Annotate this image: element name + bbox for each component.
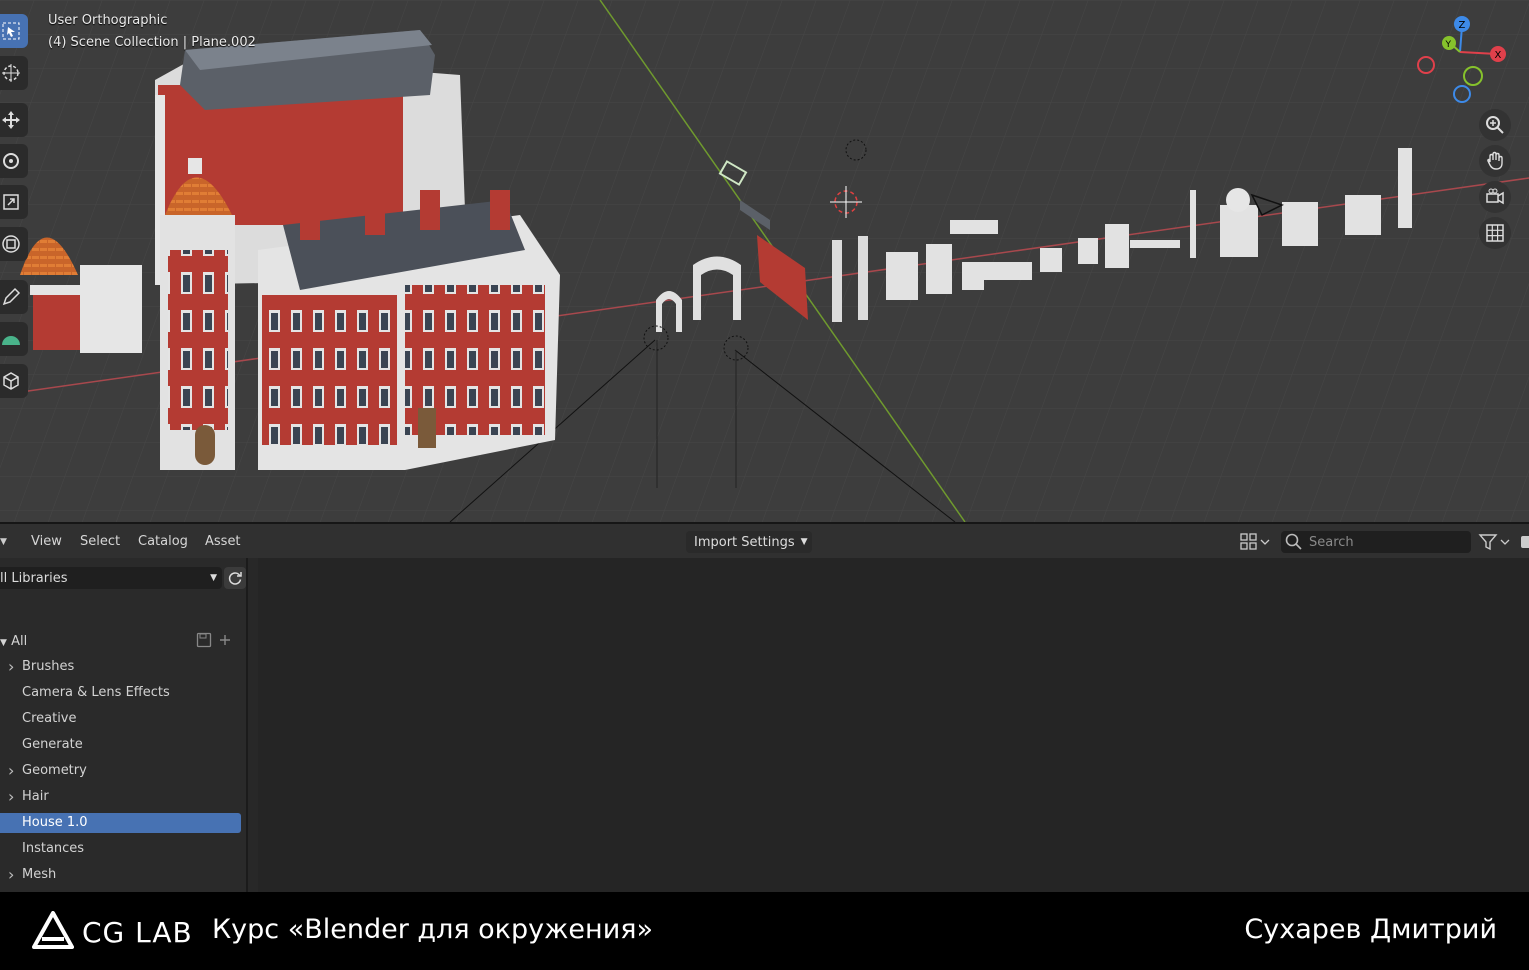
pencil-icon bbox=[2, 287, 21, 306]
catalog-item[interactable]: Creative bbox=[0, 706, 246, 732]
transform-icon bbox=[2, 235, 20, 253]
catalog-item-label: Generate bbox=[22, 737, 83, 752]
catalog-tree: › Brushes Camera & Lens Effects Creative Gen… bbox=[0, 654, 246, 914]
thumbnail-grid-icon bbox=[1240, 533, 1270, 550]
editor-type-dropdown[interactable]: ▼ bbox=[0, 531, 7, 553]
scene-render: Arch 1Arch 2BalconyBalcony 2Baluster 1Bo… bbox=[0, 0, 1529, 522]
rotate-icon bbox=[3, 153, 19, 169]
gizmo-y-label: Y bbox=[1445, 40, 1452, 50]
chevron-down-icon: ▼ bbox=[210, 573, 217, 583]
zoom-icon bbox=[1486, 116, 1504, 134]
catalog-item[interactable]: House 1.0 bbox=[0, 813, 241, 833]
filter-dropdown[interactable] bbox=[1478, 531, 1512, 553]
catalog-root-label: All bbox=[11, 634, 28, 649]
camera-icon bbox=[1486, 188, 1504, 205]
search-field[interactable] bbox=[1281, 531, 1471, 553]
view-mode-label: User Orthographic bbox=[48, 13, 168, 28]
chevron-down-icon: ▼ bbox=[0, 537, 7, 547]
display-mode-dropdown[interactable] bbox=[1240, 531, 1270, 553]
catalog-item[interactable]: › Mesh bbox=[0, 862, 246, 888]
menu-catalog[interactable]: Catalog bbox=[138, 534, 188, 549]
catalog-item[interactable]: › Geometry bbox=[0, 758, 246, 784]
catalog-item-label: Instances bbox=[22, 841, 85, 856]
projection-toggle-button[interactable] bbox=[1479, 217, 1511, 249]
refresh-icon bbox=[228, 572, 242, 585]
catalog-item[interactable]: › Hair bbox=[0, 784, 246, 810]
menu-asset[interactable]: Asset bbox=[205, 534, 241, 549]
catalog-item[interactable]: Generate bbox=[0, 732, 246, 758]
catalog-item-label: House 1.0 bbox=[22, 815, 88, 830]
catalog-item-label: Creative bbox=[22, 711, 77, 726]
move-tool[interactable] bbox=[0, 103, 28, 137]
author-name: Сухарев Дмитрий bbox=[1244, 914, 1497, 945]
asset-grid bbox=[258, 558, 1529, 894]
chevron-down-icon: ▼ bbox=[800, 537, 808, 547]
settings-toggle[interactable] bbox=[1518, 531, 1529, 553]
transform-tool[interactable] bbox=[0, 227, 28, 261]
protractor-icon bbox=[2, 336, 20, 345]
move-icon bbox=[2, 111, 20, 129]
catalog-item[interactable]: Camera & Lens Effects bbox=[0, 680, 246, 706]
import-settings-dropdown[interactable]: Import Settings ▼ bbox=[686, 531, 812, 553]
filter-icon bbox=[1478, 534, 1510, 551]
add-catalog-icon[interactable] bbox=[218, 632, 232, 648]
chevron-right-icon[interactable]: › bbox=[8, 758, 14, 784]
3d-viewport[interactable]: Arch 1Arch 2BalconyBalcony 2Baluster 1Bo… bbox=[0, 0, 1529, 522]
catalog-item[interactable]: Instances bbox=[0, 836, 246, 862]
cursor-icon bbox=[2, 64, 20, 82]
asset-browser: ▼ View Select Catalog Asset Import Setti… bbox=[0, 522, 1529, 908]
brand-name: CG LAB bbox=[82, 916, 193, 949]
scene-collection-label: (4) Scene Collection | Plane.002 bbox=[48, 35, 256, 50]
grid-icon bbox=[1486, 224, 1504, 242]
course-title: Курс «Blender для окружения» bbox=[212, 914, 654, 945]
hand-icon bbox=[1487, 151, 1503, 170]
chevron-right-icon[interactable]: › bbox=[8, 784, 14, 810]
gizmo-x-label: X bbox=[1495, 50, 1502, 61]
scale-icon bbox=[3, 194, 19, 210]
select-box-tool[interactable] bbox=[0, 14, 28, 48]
measure-tool[interactable] bbox=[0, 322, 28, 356]
navigation-gizmo[interactable]: Z Y X bbox=[1405, 10, 1525, 110]
catalog-sidebar: ll Libraries ▼ ▼ All › Brushes Camera & Le… bbox=[0, 558, 248, 908]
menu-select[interactable]: Select bbox=[80, 534, 120, 549]
scale-tool[interactable] bbox=[0, 185, 28, 219]
catalog-item-label: Brushes bbox=[22, 659, 75, 674]
save-catalog-icon[interactable] bbox=[196, 632, 212, 648]
rotate-tool[interactable] bbox=[0, 144, 28, 178]
import-settings-label: Import Settings bbox=[694, 534, 795, 550]
catalog-item-label: Mesh bbox=[22, 867, 57, 882]
asset-library-label: ll Libraries bbox=[0, 570, 68, 586]
chevron-right-icon[interactable]: › bbox=[8, 862, 14, 888]
search-input[interactable] bbox=[1309, 534, 1459, 550]
asset-library-dropdown[interactable]: ll Libraries ▼ bbox=[0, 567, 222, 589]
chevron-down-icon: ▼ bbox=[0, 638, 7, 648]
catalog-item-label: Geometry bbox=[22, 763, 87, 778]
chevron-right-icon[interactable]: › bbox=[8, 654, 14, 680]
annotate-tool[interactable] bbox=[0, 280, 28, 314]
camera-view-button[interactable] bbox=[1479, 181, 1511, 213]
gizmo-z-label: Z bbox=[1459, 20, 1466, 31]
catalog-item-label: Hair bbox=[22, 789, 49, 804]
refresh-library-button[interactable] bbox=[224, 567, 246, 589]
menu-view[interactable]: View bbox=[31, 534, 62, 549]
pan-button[interactable] bbox=[1479, 145, 1511, 177]
course-banner: CG LAB Курс «Blender для окружения» Суха… bbox=[0, 892, 1529, 970]
catalog-root-all[interactable]: ▼ All bbox=[0, 634, 27, 649]
search-icon bbox=[1285, 533, 1302, 550]
catalog-item-label: Camera & Lens Effects bbox=[22, 685, 170, 700]
cube-icon bbox=[3, 372, 19, 390]
select-box-icon bbox=[2, 22, 20, 40]
zoom-button[interactable] bbox=[1479, 109, 1511, 141]
add-cube-tool[interactable] bbox=[0, 364, 28, 398]
cursor-tool[interactable] bbox=[0, 56, 28, 90]
gear-icon bbox=[1521, 536, 1529, 548]
catalog-item[interactable]: › Brushes bbox=[0, 654, 246, 680]
asset-browser-header: ▼ View Select Catalog Asset Import Setti… bbox=[0, 524, 1529, 558]
cg-lab-logo-icon bbox=[32, 911, 74, 949]
catalog-actions bbox=[196, 632, 232, 648]
